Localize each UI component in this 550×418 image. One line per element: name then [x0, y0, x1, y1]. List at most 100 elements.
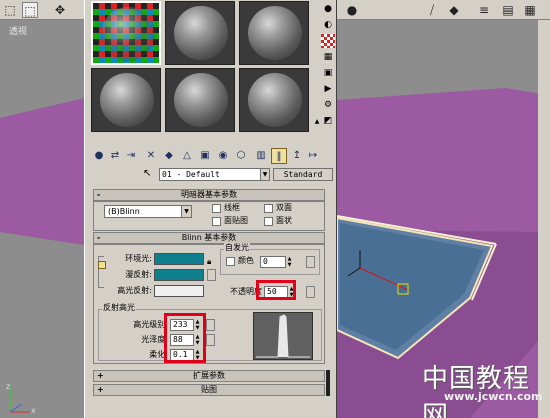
shader-basic-title: 明暗器基本参数: [181, 190, 237, 199]
specular-level-label: 高光级别:: [133, 320, 168, 329]
move-icon[interactable]: ✥: [52, 2, 68, 18]
lock-ambient-diffuse-button[interactable]: [98, 261, 106, 269]
extended-params-title: 扩展参数: [193, 371, 225, 380]
assign-icon[interactable]: ⇥: [123, 148, 139, 164]
schematic-icon[interactable]: ▦: [522, 2, 538, 18]
specular-highlights-title: 反射高光: [102, 303, 136, 313]
opacity-map-button[interactable]: [306, 286, 315, 298]
specular-highlight-graph: [253, 312, 313, 360]
options-icon[interactable]: ⚙: [321, 98, 335, 112]
ambient-label: 环境光:: [125, 254, 152, 263]
specular-level-map-button[interactable]: [206, 319, 215, 331]
effects-channel-icon[interactable]: ◉: [215, 148, 231, 164]
two-sided-checkbox[interactable]: [264, 204, 273, 213]
background-icon[interactable]: [321, 34, 335, 48]
maps-title: 贴图: [201, 385, 217, 394]
self-illum-color-checkbox[interactable]: [226, 257, 235, 266]
spinner-snap-icon[interactable]: ●: [344, 2, 360, 18]
put-to-scene-icon[interactable]: ⇄: [107, 148, 123, 164]
diffuse-map-button[interactable]: [207, 269, 216, 281]
axis-x-label: x: [31, 406, 36, 415]
self-illum-spinner[interactable]: ▲ ▼: [286, 256, 293, 268]
blinn-basic-rollout-header[interactable]: - Blinn 基本参数: [93, 232, 325, 244]
get-material-icon[interactable]: ●: [91, 148, 107, 164]
viewport-label[interactable]: 透视: [9, 24, 27, 37]
make-preview-icon[interactable]: ▶: [321, 82, 335, 96]
select-region-icon[interactable]: ⬚: [22, 2, 38, 18]
soften-label: 柔化:: [149, 350, 168, 359]
lock-icon[interactable]: 🔒︎: [207, 257, 211, 267]
sample-slot-6[interactable]: [239, 68, 309, 132]
material-name-dropdown[interactable]: ▼: [260, 168, 270, 181]
unique-icon[interactable]: △: [179, 148, 195, 164]
show-end-result-icon[interactable]: ▥: [253, 148, 269, 164]
show-end-result-active-icon[interactable]: ‖: [271, 148, 287, 164]
show-map-icon[interactable]: ⬡: [233, 148, 249, 164]
specular-color-swatch[interactable]: [154, 285, 204, 297]
two-sided-label: 双面: [276, 203, 292, 212]
reset-icon[interactable]: ✕: [143, 148, 159, 164]
ambient-color-swatch[interactable]: [154, 253, 204, 265]
video-check-icon[interactable]: ▣: [321, 66, 335, 80]
sample-slots: [89, 0, 319, 135]
blinn-basic-title: Blinn 基本参数: [181, 233, 237, 242]
floor-plane-left: [0, 98, 84, 245]
face-map-label: 面贴图: [224, 216, 248, 225]
backlight-icon[interactable]: ◐: [321, 18, 335, 32]
panel-scrollbar[interactable]: [326, 370, 330, 396]
sample-type-icon[interactable]: ●: [321, 2, 335, 16]
diffuse-color-swatch[interactable]: [154, 269, 204, 281]
sample-sphere: [248, 73, 302, 127]
self-illum-field[interactable]: 0: [260, 256, 286, 268]
sample-sphere: [101, 7, 155, 61]
self-illum-title: 自发光: [224, 243, 250, 253]
material-name-field[interactable]: 01 - Default: [159, 168, 261, 181]
layer-icon[interactable]: ≡: [476, 2, 492, 18]
go-sibling-icon[interactable]: ↦: [305, 148, 321, 164]
specular-values-highlight-box: [164, 313, 206, 363]
mirror-icon[interactable]: ⧸: [424, 2, 440, 18]
material-type-button[interactable]: Standard: [273, 168, 333, 181]
axis-z-label: z: [6, 382, 11, 391]
curve-editor-icon[interactable]: ▤: [500, 2, 516, 18]
copy-icon[interactable]: ◆: [161, 148, 177, 164]
face-map-checkbox[interactable]: [212, 217, 221, 226]
put-to-library-icon[interactable]: ▣: [197, 148, 213, 164]
sample-sphere: [248, 6, 302, 60]
eyedropper-icon[interactable]: ↖: [143, 168, 157, 182]
sample-slot-2[interactable]: [165, 1, 235, 65]
opacity-highlight-box: [256, 280, 296, 300]
shader-basic-rollout-header[interactable]: - 明暗器基本参数: [93, 189, 325, 201]
shader-basic-rollout: (B)Blinn ▼ 线框 双面 面贴图 面状: [93, 201, 325, 231]
sample-sphere: [100, 73, 154, 127]
material-name-row: ↖ 01 - Default ▼ Standard: [143, 168, 333, 182]
sample-slot-4[interactable]: [91, 68, 161, 132]
side-toolbar: ● ◐ ▦ ▣ ▶ ⚙ ◩: [320, 0, 336, 140]
select-by-material-icon[interactable]: ◩: [321, 114, 335, 128]
watermark-url: www.jcwcn.com: [444, 390, 543, 403]
go-parent-icon[interactable]: ↥: [289, 148, 305, 164]
chevron-down-icon: ▼: [181, 206, 191, 217]
shader-value: (B)Blinn: [108, 207, 140, 216]
faceted-checkbox[interactable]: [264, 217, 273, 226]
wireframe-label: 线框: [224, 203, 240, 212]
sample-slot-1[interactable]: [91, 1, 161, 65]
uv-tiling-icon[interactable]: ▦: [321, 50, 335, 64]
maps-rollout-header[interactable]: + 贴图: [93, 384, 325, 396]
glossiness-map-button[interactable]: [206, 334, 215, 346]
highlight-curve: [256, 314, 310, 358]
align-icon[interactable]: ◆: [446, 2, 462, 18]
diffuse-label: 漫反射:: [125, 270, 152, 279]
sample-sphere: [174, 6, 228, 60]
specular-label: 高光反射:: [117, 286, 152, 295]
extended-params-rollout-header[interactable]: + 扩展参数: [93, 370, 325, 382]
wireframe-checkbox[interactable]: [212, 204, 221, 213]
self-illum-color-label: 颜色: [238, 256, 254, 265]
watermark-chinese: 中国教程网: [422, 364, 531, 418]
select-icon[interactable]: ⬚: [2, 2, 18, 18]
shader-dropdown[interactable]: (B)Blinn ▼: [104, 205, 192, 218]
sample-slot-3[interactable]: [239, 1, 309, 65]
sample-slot-5[interactable]: [165, 68, 235, 132]
self-illum-map-button[interactable]: [306, 256, 315, 268]
material-editor-window: ▲ ● ◐ ▦ ▣ ▶ ⚙ ◩ ● ⇄ ⇥ ✕ ◆ △ ▣ ◉ ⬡ ▥ ‖ ↥ …: [84, 0, 337, 418]
